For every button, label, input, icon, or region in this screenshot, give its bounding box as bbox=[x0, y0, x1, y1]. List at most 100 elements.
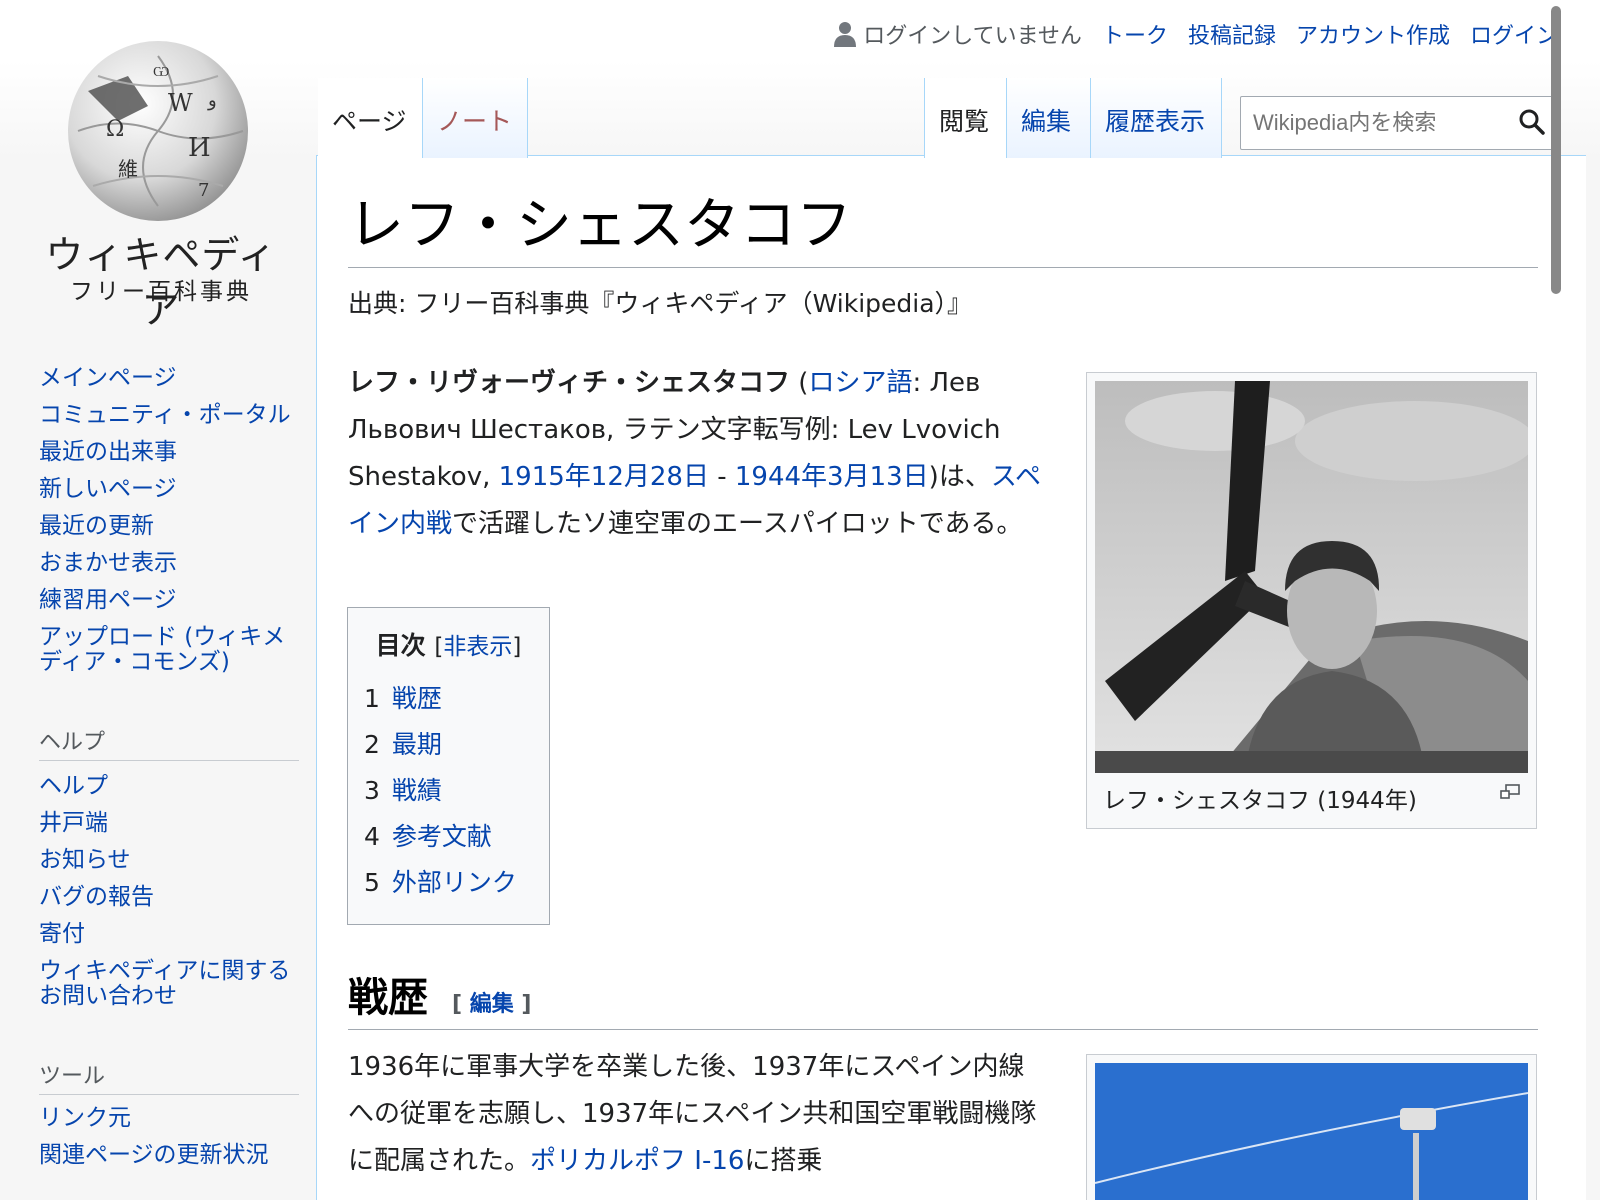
second-thumbnail bbox=[1086, 1054, 1537, 1200]
tab-read[interactable]: 閲覧 bbox=[924, 78, 1006, 158]
birth-date-link[interactable]: 1915年12月28日 bbox=[499, 462, 709, 492]
sidebar-tools-list: リンク元 関連ページの更新状況 bbox=[39, 1106, 269, 1180]
sidebar-heading-help: ヘルプ bbox=[39, 730, 106, 755]
toc-link[interactable]: 外部リンク bbox=[392, 868, 517, 897]
personal-tools: ログインしていません トーク 投稿記録 アカウント作成 ログイン bbox=[833, 18, 1558, 50]
section-edit-link[interactable]: 編集 bbox=[470, 992, 514, 1017]
sidebar-item-bug-report[interactable]: バグの報告 bbox=[39, 885, 290, 910]
upload-line-2: ディア・コモンズ) bbox=[39, 649, 230, 675]
tab-history[interactable]: 履歴表示 bbox=[1090, 78, 1222, 158]
sidebar-item-village-pump[interactable]: 井戸端 bbox=[39, 811, 290, 836]
wikipedia-logo[interactable]: W Ω И 維 و 7 Ѡ ウィキペディア フリー百科事典 bbox=[36, 32, 286, 332]
table-of-contents: 目次 [非表示] 1 戦歴 2 最期 3 戦績 4 参考文献 5 外部リンク bbox=[347, 607, 550, 925]
sidebar-item-random[interactable]: おまかせ表示 bbox=[39, 551, 291, 576]
tab-page[interactable]: ページ bbox=[318, 78, 422, 158]
search-icon[interactable] bbox=[1514, 104, 1550, 140]
photo-caption: レフ・シェスタコフ (1944年) bbox=[1103, 788, 1417, 814]
sidebar-item-sandbox[interactable]: 練習用ページ bbox=[39, 588, 291, 613]
sidebar-item-recent-changes[interactable]: 最近の更新 bbox=[39, 514, 291, 539]
page-title: レフ・シェスタコフ bbox=[348, 180, 1538, 268]
sidebar-item-new-pages[interactable]: 新しいページ bbox=[39, 477, 291, 502]
logo-tagline: フリー百科事典 bbox=[70, 279, 252, 305]
sidebar-divider bbox=[39, 760, 299, 761]
lead-text: で活躍したソ連空軍のエースパイロットである。 bbox=[452, 509, 1023, 539]
section-edit-wrapper: [ 編集 ] bbox=[452, 992, 532, 1017]
login-link[interactable]: ログイン bbox=[1470, 18, 1558, 50]
sidebar-item-notices[interactable]: お知らせ bbox=[39, 848, 290, 873]
toc-number: 3 bbox=[364, 776, 380, 805]
russian-language-link[interactable]: ロシア語 bbox=[808, 368, 912, 398]
toc-link[interactable]: 戦績 bbox=[392, 776, 442, 805]
toc-number: 1 bbox=[364, 684, 380, 713]
tab-read-label: 閲覧 bbox=[939, 107, 990, 136]
not-logged-in-text: ログインしていません bbox=[863, 24, 1082, 49]
puzzle-globe-icon: W Ω И 維 و 7 Ѡ bbox=[68, 41, 248, 221]
svg-text:維: 維 bbox=[118, 157, 138, 181]
contact-line-1: ウィキペディアに関する bbox=[39, 958, 291, 984]
tab-talk[interactable]: ノート bbox=[422, 78, 528, 158]
svg-text:Ω: Ω bbox=[106, 117, 124, 142]
upload-line-1: アップロード (ウィキメ bbox=[39, 624, 286, 650]
sidebar-navigation: メインページ コミュニティ・ポータル 最近の出来事 新しいページ 最近の更新 お… bbox=[39, 366, 291, 687]
toc-list: 1 戦歴 2 最期 3 戦績 4 参考文献 5 外部リンク bbox=[362, 676, 535, 906]
lead-paragraph: レフ・リヴォーヴィチ・シェスタコフ (ロシア語: Лев Львович Шес… bbox=[348, 360, 1048, 548]
site-subtitle: 出典: フリー百科事典『ウィキペディア（Wikipedia）』 bbox=[348, 289, 973, 318]
section-title: 戦歴 bbox=[348, 975, 428, 1021]
create-account-link[interactable]: アカウント作成 bbox=[1296, 18, 1450, 50]
toc-number: 5 bbox=[364, 868, 380, 897]
user-icon bbox=[834, 22, 857, 47]
tab-edit[interactable]: 編集 bbox=[1006, 78, 1090, 158]
toc-number: 2 bbox=[364, 730, 380, 759]
sidebar-item-current-events[interactable]: 最近の出来事 bbox=[39, 440, 291, 465]
toc-link[interactable]: 最期 bbox=[392, 730, 442, 759]
lead-text: )は、 bbox=[928, 462, 991, 492]
section-paragraph: 1936年に軍事大学を卒業した後、1937年にスペイン内線への従軍を志願し、19… bbox=[348, 1044, 1048, 1185]
infobox-thumbnail: レフ・シェスタコフ (1944年) bbox=[1086, 372, 1537, 829]
sidebar-heading-tools: ツール bbox=[39, 1064, 106, 1089]
sidebar-divider bbox=[39, 1094, 299, 1095]
toc-item[interactable]: 2 最期 bbox=[362, 722, 535, 768]
toc-link[interactable]: 戦歴 bbox=[392, 684, 442, 713]
sidebar-item-related-changes[interactable]: 関連ページの更新状況 bbox=[39, 1143, 269, 1168]
tab-page-label: ページ bbox=[332, 107, 407, 136]
lead-text: - bbox=[708, 462, 735, 492]
svg-text:و: و bbox=[207, 90, 217, 111]
toc-title: 目次 [非表示] bbox=[362, 626, 535, 662]
sidebar-item-main-page[interactable]: メインページ bbox=[39, 366, 291, 391]
tab-talk-label: ノート bbox=[437, 107, 513, 136]
svg-text:И: И bbox=[188, 133, 211, 163]
svg-text:7: 7 bbox=[198, 180, 209, 201]
sidebar-item-what-links-here[interactable]: リンク元 bbox=[39, 1106, 269, 1131]
lead-bold-name: レフ・リヴォーヴィチ・シェスタコフ bbox=[348, 368, 791, 398]
sidebar-item-help[interactable]: ヘルプ bbox=[39, 774, 290, 799]
toc-item[interactable]: 1 戦歴 bbox=[362, 676, 535, 722]
toc-item[interactable]: 4 参考文献 bbox=[362, 814, 535, 860]
toc-toggle-wrapper: [非表示] bbox=[434, 634, 522, 660]
polikarpov-i16-link[interactable]: ポリカルポフ I-16 bbox=[530, 1146, 744, 1176]
toc-link[interactable]: 参考文献 bbox=[392, 822, 492, 851]
sidebar-item-contact[interactable]: ウィキペディアに関する お問い合わせ bbox=[39, 959, 290, 1009]
section-heading: 戦歴 [ 編集 ] bbox=[348, 965, 1538, 1030]
search-input[interactable] bbox=[1240, 96, 1560, 150]
sidebar-item-donate[interactable]: 寄付 bbox=[39, 922, 290, 947]
section-text: に搭乗 bbox=[744, 1146, 823, 1176]
toc-hide-toggle[interactable]: 非表示 bbox=[443, 634, 512, 660]
toc-item[interactable]: 5 外部リンク bbox=[362, 860, 535, 906]
scrollbar-thumb[interactable] bbox=[1551, 6, 1561, 294]
talk-link[interactable]: トーク bbox=[1102, 18, 1168, 50]
sidebar-item-community-portal[interactable]: コミュニティ・ポータル bbox=[39, 403, 291, 428]
portrait-photo[interactable] bbox=[1095, 381, 1528, 773]
toc-heading: 目次 bbox=[375, 631, 426, 660]
svg-text:Ѡ: Ѡ bbox=[153, 64, 169, 80]
toc-number: 4 bbox=[364, 822, 380, 851]
svg-text:W: W bbox=[168, 89, 193, 117]
enlarge-icon[interactable] bbox=[1499, 783, 1521, 801]
sidebar-item-upload[interactable]: アップロード (ウィキメ ディア・コモンズ) bbox=[39, 625, 291, 675]
death-date-link[interactable]: 1944年3月13日 bbox=[735, 462, 929, 492]
tab-edit-label: 編集 bbox=[1021, 107, 1072, 136]
tab-history-label: 履歴表示 bbox=[1105, 107, 1206, 136]
aircraft-photo[interactable] bbox=[1095, 1063, 1528, 1200]
contributions-link[interactable]: 投稿記録 bbox=[1188, 18, 1276, 50]
lead-text: ( bbox=[790, 368, 809, 398]
toc-item[interactable]: 3 戦績 bbox=[362, 768, 535, 814]
